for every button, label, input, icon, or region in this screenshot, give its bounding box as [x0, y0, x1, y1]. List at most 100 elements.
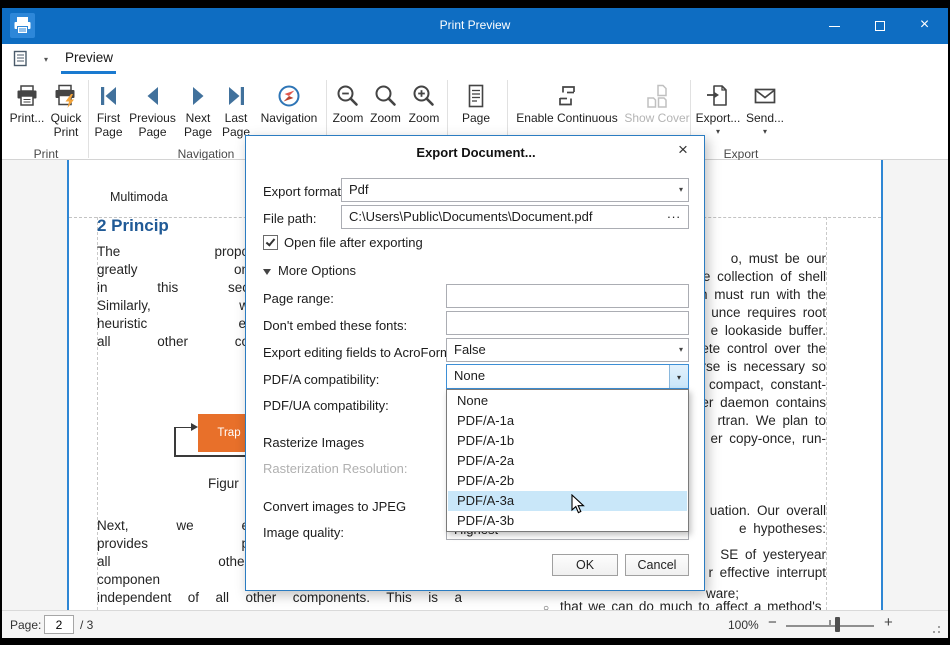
dropdown-item-pdfa-3a[interactable]: PDF/A-3a [448, 491, 687, 511]
pdfa-compatibility-combo[interactable]: None ▾ [446, 364, 689, 389]
zoom-out-icon [334, 82, 362, 110]
more-options-expander[interactable]: More Options [263, 263, 356, 278]
send-button-label: Send... [742, 112, 788, 126]
mouse-cursor [571, 494, 586, 520]
chevron-down-icon: ▾ [677, 373, 681, 382]
chevron-down-icon: ▾ [679, 339, 683, 361]
acroforms-combo[interactable]: False ▾ [446, 338, 689, 362]
document-text-line: e collection of shell [703, 269, 826, 284]
previous-page-button[interactable]: Previous Page [128, 79, 177, 155]
figure-arrowhead [191, 423, 198, 431]
document-text-line: Next, we e [97, 518, 249, 533]
document-text-line: o, must be our [731, 251, 826, 266]
document-text-line: all other [97, 554, 249, 569]
rasterization-resolution-label: Rasterization Resolution: [263, 461, 408, 476]
zoom-in-button-label: Zoom [405, 112, 443, 126]
close-window-button[interactable]: × [902, 8, 947, 44]
dialog-title: Export Document... [246, 145, 706, 160]
zoom-icon [372, 82, 400, 110]
zoom-in-slider-button[interactable]: + [884, 614, 893, 631]
document-text-line: Similarly, w [97, 298, 249, 313]
first-page-button[interactable]: First Page [90, 79, 127, 155]
navigation-button-label: Navigation [256, 112, 322, 126]
pdfa-dropdown-button[interactable]: ▾ [669, 365, 688, 388]
cancel-button[interactable]: Cancel [625, 554, 689, 576]
acroforms-value: False [454, 342, 486, 357]
zoom-percent-label: 100% [728, 618, 759, 632]
resize-grip[interactable] [938, 631, 940, 633]
dropdown-item-pdfa-1b[interactable]: PDF/A-1b [448, 431, 687, 451]
document-text-line: er daemon contains [701, 395, 826, 410]
dropdown-item-pdfa-1a[interactable]: PDF/A-1a [448, 411, 687, 431]
export-document-dialog: Export Document... × Export format: Pdf … [245, 135, 705, 591]
title-bar: Print Preview × [2, 8, 948, 44]
file-path-input[interactable]: C:\Users\Public\Documents\Document.pdf .… [341, 205, 689, 229]
export-format-combo[interactable]: Pdf ▾ [341, 178, 689, 202]
tab-preview[interactable]: Preview [65, 50, 113, 65]
pdfa-dropdown-popup: None PDF/A-1a PDF/A-1b PDF/A-2a PDF/A-2b… [446, 389, 689, 532]
send-button[interactable]: Send... ▾ [742, 79, 788, 155]
page-number-input[interactable] [44, 615, 74, 634]
minimize-button[interactable] [812, 8, 857, 44]
resize-grip [933, 631, 935, 633]
browse-ellipsis-button[interactable]: ... [667, 203, 681, 225]
document-text-line: compact, constant- [709, 377, 826, 392]
figure-arrow [174, 427, 176, 457]
document-text-line: uation. Our overall [710, 503, 826, 518]
print-button[interactable]: Print... [8, 79, 46, 155]
document-text-line: SE of yesteryear [720, 547, 826, 562]
last-page-icon [222, 82, 250, 110]
send-dropdown-icon[interactable]: ▾ [742, 128, 788, 136]
export-document-icon [704, 82, 732, 110]
dropdown-item-pdfa-3b[interactable]: PDF/A-3b [448, 511, 687, 531]
page-range-input[interactable] [446, 284, 689, 308]
page-range-label: Page range: [263, 291, 334, 306]
document-text-line: independent of all other components. Thi… [97, 590, 462, 605]
document-text-line: unce requires root [711, 305, 826, 320]
quick-print-button[interactable]: Quick Print [46, 79, 86, 155]
continuous-pages-icon [553, 82, 581, 110]
group-label-export: Export [701, 147, 781, 160]
bullet-icon: ○ [543, 603, 549, 610]
figure-arrow [174, 427, 192, 429]
rasterize-images-label: Rasterize Images [263, 435, 364, 450]
next-page-icon [184, 82, 212, 110]
export-format-label: Export format: [263, 184, 345, 199]
dont-embed-fonts-input[interactable] [446, 311, 689, 335]
dropdown-item-pdfa-2a[interactable]: PDF/A-2a [448, 451, 687, 471]
next-page-button[interactable]: Next Page [178, 79, 218, 155]
document-text-line: provides p [97, 536, 249, 551]
figure-arrow [174, 455, 246, 457]
export-button-label: Export... [695, 112, 741, 126]
ribbon-tab-row: ▾ Preview [2, 44, 948, 75]
page-icon [462, 82, 490, 110]
document-text-line: heuristic el [97, 316, 249, 331]
document-section-heading: 2 Princip [97, 216, 169, 236]
document-text-line: urse is necessary so [694, 359, 826, 374]
app-menu-button[interactable]: ▾ [12, 49, 48, 70]
more-options-label: More Options [278, 263, 356, 278]
maximize-button[interactable] [857, 8, 902, 44]
file-path-value: C:\Users\Public\Documents\Document.pdf [349, 209, 592, 224]
group-separator [88, 80, 89, 158]
document-running-header: Multimoda [110, 190, 168, 204]
group-label-print: Print [6, 147, 86, 160]
zoom-out-slider-button[interactable]: − [768, 614, 777, 631]
document-text-line: e hypotheses: [739, 521, 826, 536]
ok-button[interactable]: OK [552, 554, 618, 576]
dropdown-item-pdfa-2b[interactable]: PDF/A-2b [448, 471, 687, 491]
dialog-close-button[interactable]: × [673, 140, 693, 160]
zoom-slider-thumb[interactable] [835, 617, 840, 632]
document-text-line: rtran. We plan to [717, 413, 826, 428]
dropdown-item-none[interactable]: None [448, 391, 687, 411]
zoom-in-icon [410, 82, 438, 110]
zoom-slider-center-tick [829, 620, 831, 627]
app-window: Print Preview × ▾ Preview Print... [2, 8, 948, 638]
page-total-label: / 3 [80, 618, 93, 632]
convert-images-jpeg-label: Convert images to JPEG [263, 499, 406, 514]
figure-caption: Figur [208, 476, 239, 491]
pdfa-compatibility-value: None [454, 368, 485, 383]
pdfua-compatibility-label: PDF/UA compatibility: [263, 398, 389, 413]
print-button-label: Print... [8, 112, 46, 126]
open-after-export-checkbox[interactable] [263, 235, 278, 250]
